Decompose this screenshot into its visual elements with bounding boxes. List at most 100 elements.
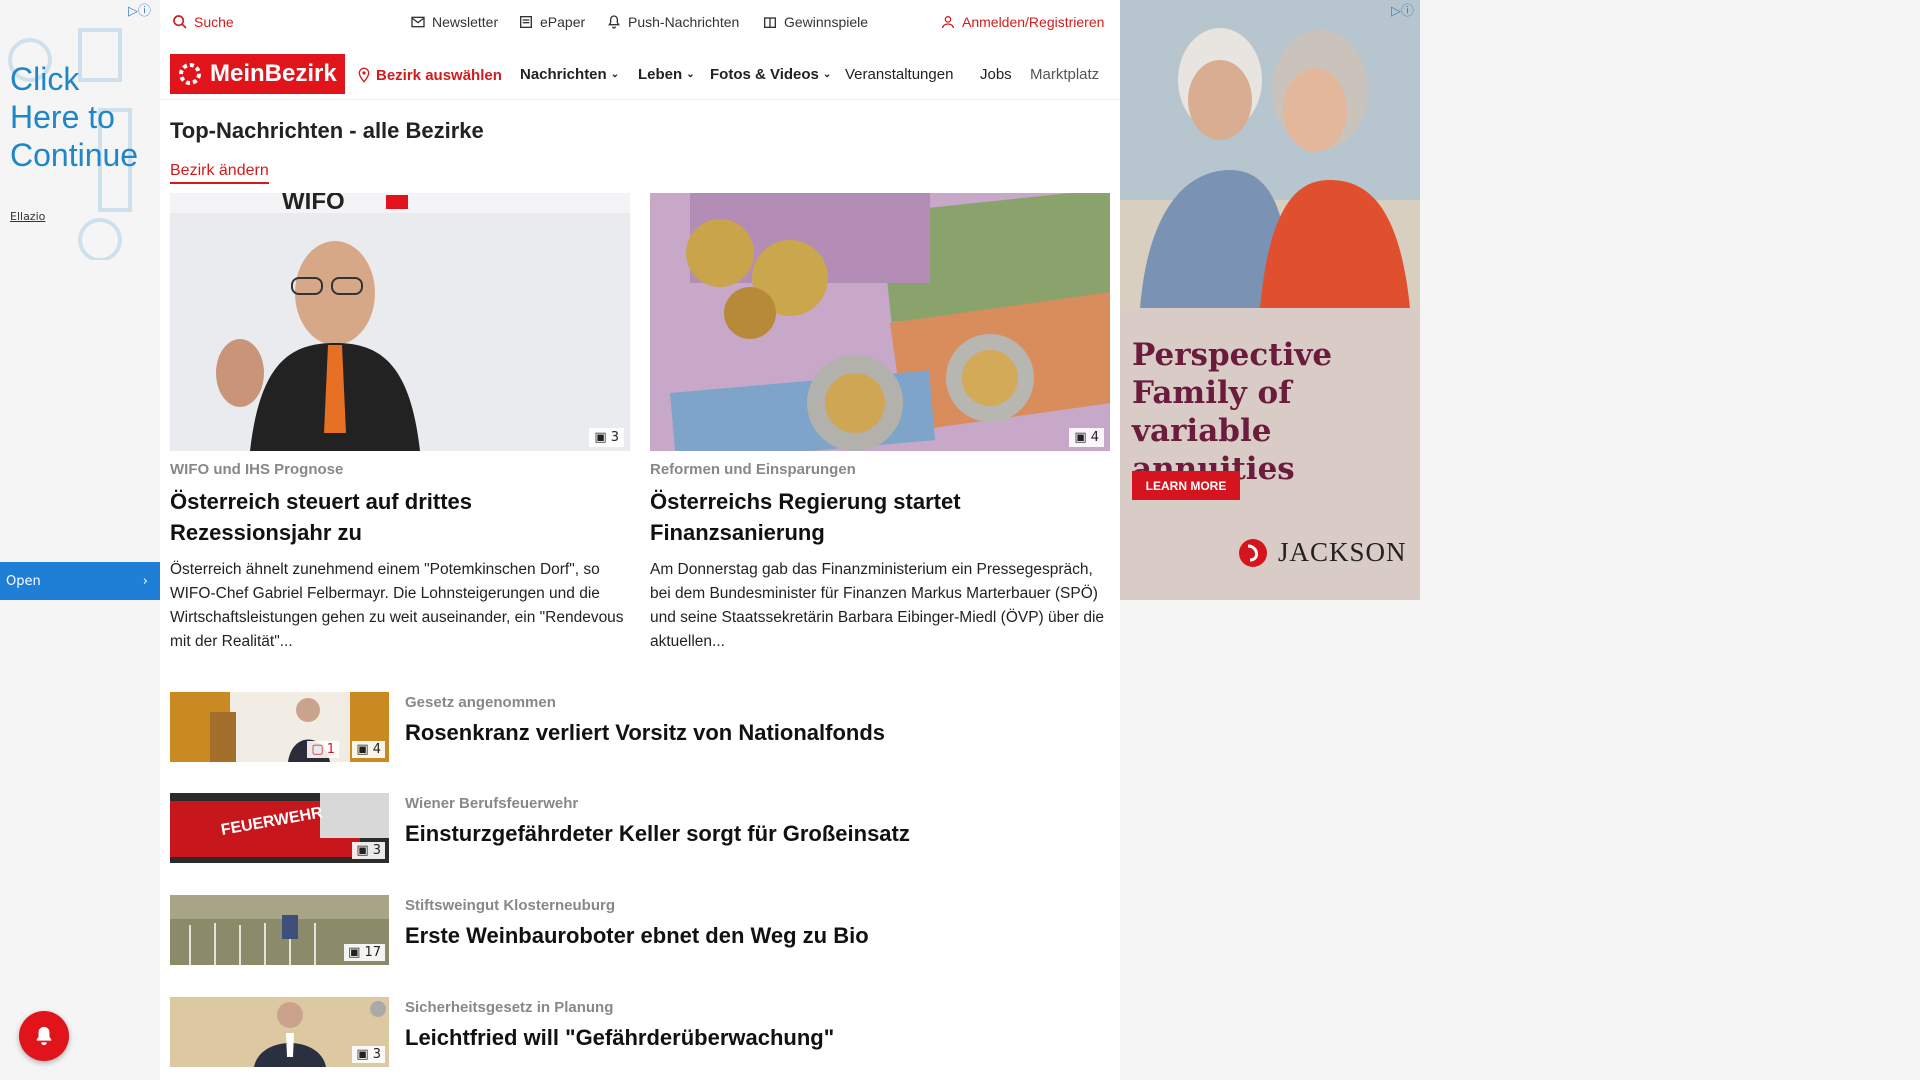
ad-headline[interactable]: Click Here to Continue <box>10 60 150 174</box>
nav-events[interactable]: Veranstaltungen <box>845 66 953 83</box>
featured-article[interactable]: ▣ 4 Reformen und Einsparungen Österreich… <box>650 193 1110 654</box>
nav-media-label: Fotos & Videos <box>710 66 819 83</box>
bell-icon <box>36 1026 52 1046</box>
nav-district-label: Bezirk auswählen <box>376 66 502 84</box>
learn-more-button[interactable]: LEARN MORE <box>1132 471 1240 500</box>
main-navigation: MeinBezirk Bezirk auswählen Nachrichten … <box>160 50 1120 100</box>
search-link[interactable]: Suche <box>172 14 234 30</box>
list-item[interactable]: FEUERWEHR ▣ 3 Wiener Berufsfeuerwehr Ein… <box>170 793 1110 863</box>
gallery-icon: ▣ <box>1074 430 1087 445</box>
image-caption: WIFO <box>282 193 345 215</box>
nav-jobs[interactable]: Jobs <box>980 66 1012 83</box>
jackson-logo-icon <box>1239 538 1267 567</box>
nav-life[interactable]: Leben ⌄ <box>638 66 695 83</box>
epaper-label: ePaper <box>540 14 586 30</box>
article-kicker: Wiener Berufsfeuerwehr <box>405 795 579 812</box>
ad-headline[interactable]: Perspective Family of variable annuities <box>1132 336 1412 488</box>
right-ad[interactable]: ▷ⓘ Perspective Family of variable annuit… <box>1120 0 1420 600</box>
image-count-badge: ▣ 3 <box>589 428 624 447</box>
ad-brand[interactable]: JACKSON <box>1238 537 1407 568</box>
article-thumbnail[interactable]: ▣ 17 <box>170 895 389 965</box>
image-count-badge: ▣ 3 <box>352 842 385 859</box>
article-lead: Am Donnerstag gab das Finanzministerium … <box>650 561 1105 650</box>
article-headline[interactable]: Einsturzgefährdeter Keller sorgt für Gro… <box>405 821 910 847</box>
image-count: 3 <box>610 430 619 445</box>
search-icon <box>173 15 187 29</box>
nav-news[interactable]: Nachrichten ⌄ <box>520 66 619 83</box>
comment-count: 1 <box>326 742 335 757</box>
push-label: Push-Nachrichten <box>628 14 740 30</box>
image-count: 17 <box>364 945 381 960</box>
nav-news-label: Nachrichten <box>520 66 607 83</box>
article-image[interactable]: WIFO ▣ 3 <box>170 193 630 451</box>
push-link[interactable]: Push-Nachrichten <box>606 14 739 30</box>
games-link[interactable]: Gewinnspiele <box>762 14 868 30</box>
ad-image[interactable] <box>1120 0 1420 308</box>
mail-icon <box>411 16 425 28</box>
comment-count-badge: ▢ 1 <box>307 741 339 758</box>
image-count: 3 <box>372 843 381 858</box>
article-lead: Österreich ähnelt zunehmend einem "Potem… <box>170 561 624 650</box>
article-kicker: Sicherheitsgesetz in Planung <box>405 999 614 1016</box>
epaper-link[interactable]: ePaper <box>518 14 585 30</box>
logo-text: MeinBezirk <box>210 60 337 87</box>
location-pin-icon <box>358 67 370 83</box>
gallery-icon: ▣ <box>356 1047 369 1062</box>
image-count: 4 <box>1090 430 1099 445</box>
comment-icon: ▢ <box>311 742 324 757</box>
bell-icon <box>608 15 620 29</box>
gallery-icon: ▣ <box>594 430 607 445</box>
ad-open-button[interactable]: Open › <box>0 562 160 600</box>
user-icon <box>942 16 954 29</box>
logo-icon <box>179 63 201 85</box>
newsletter-link[interactable]: Newsletter <box>410 14 498 30</box>
adchoices-icon[interactable]: ▷ⓘ <box>128 0 151 19</box>
change-district-link[interactable]: Bezirk ändern <box>170 162 269 184</box>
article-kicker: Stiftsweingut Klosterneuburg <box>405 897 615 914</box>
main-content: Suche Newsletter ePaper Push-Nachrichten… <box>160 0 1120 1080</box>
article-thumbnail[interactable]: ▢ 1 ▣ 4 <box>170 692 389 762</box>
article-thumbnail[interactable]: ▣ 3 <box>170 997 389 1067</box>
image-count: 3 <box>372 1047 381 1062</box>
list-item[interactable]: ▣ 3 Sicherheitsgesetz in Planung Leichtf… <box>170 997 1110 1067</box>
ad-brand[interactable]: Ellazio <box>10 210 45 223</box>
search-label: Suche <box>194 14 234 30</box>
article-image[interactable]: ▣ 4 <box>650 193 1110 451</box>
nav-life-label: Leben <box>638 66 683 83</box>
utility-bar: Suche Newsletter ePaper Push-Nachrichten… <box>160 0 1120 46</box>
chevron-down-icon: ⌄ <box>822 69 832 80</box>
adchoices-icon[interactable]: ▷ⓘ <box>1391 0 1414 19</box>
article-headline[interactable]: Leichtfried will "Gefährderüberwachung" <box>405 1025 834 1051</box>
nav-district-select[interactable]: Bezirk auswählen <box>356 66 502 84</box>
newspaper-icon <box>520 16 532 28</box>
image-count-badge: ▣ 17 <box>344 944 385 961</box>
section-title: Top-Nachrichten - alle Bezirke <box>170 118 484 143</box>
article-headline[interactable]: Rosenkranz verliert Vorsitz von National… <box>405 720 885 746</box>
left-ad[interactable]: ▷ⓘ Click Here to Continue Ellazio Open › <box>0 0 160 1080</box>
chevron-down-icon: ⌄ <box>686 69 695 80</box>
list-item[interactable]: ▣ 17 Stiftsweingut Klosterneuburg Erste … <box>170 895 1110 965</box>
article-headline[interactable]: Österreichs Regierung startet Finanzsani… <box>650 486 1110 548</box>
nav-market[interactable]: Marktplatz <box>1030 66 1099 83</box>
chevron-right-icon: › <box>142 573 148 589</box>
article-thumbnail[interactable]: FEUERWEHR ▣ 3 <box>170 793 389 863</box>
gallery-icon: ▣ <box>348 945 361 960</box>
login-link[interactable]: Anmelden/Registrieren <box>940 14 1104 30</box>
gift-icon <box>764 17 776 28</box>
nav-media[interactable]: Fotos & Videos ⌄ <box>710 66 831 83</box>
site-logo[interactable]: MeinBezirk <box>170 54 345 94</box>
gallery-icon: ▣ <box>356 742 369 757</box>
nav-market-label: Marktplatz <box>1030 66 1100 83</box>
list-item[interactable]: ▢ 1 ▣ 4 Gesetz angenommen Rosenkranz ver… <box>170 692 1110 762</box>
games-label: Gewinnspiele <box>784 14 869 30</box>
notification-bell-button[interactable] <box>19 1011 69 1061</box>
article-kicker: Gesetz angenommen <box>405 694 556 711</box>
article-headline[interactable]: Erste Weinbauroboter ebnet den Weg zu Bi… <box>405 923 869 949</box>
ad-open-label: Open <box>6 573 41 589</box>
featured-article[interactable]: WIFO ▣ 3 WIFO und IHS Prognose Österreic… <box>170 193 630 654</box>
article-kicker: WIFO und IHS Prognose <box>170 461 344 478</box>
image-count-badge: ▣ 4 <box>352 741 385 758</box>
article-kicker: Reformen und Einsparungen <box>650 461 856 478</box>
article-headline[interactable]: Österreich steuert auf drittes Rezession… <box>170 486 630 548</box>
image-count-badge: ▣ 4 <box>1069 428 1104 447</box>
